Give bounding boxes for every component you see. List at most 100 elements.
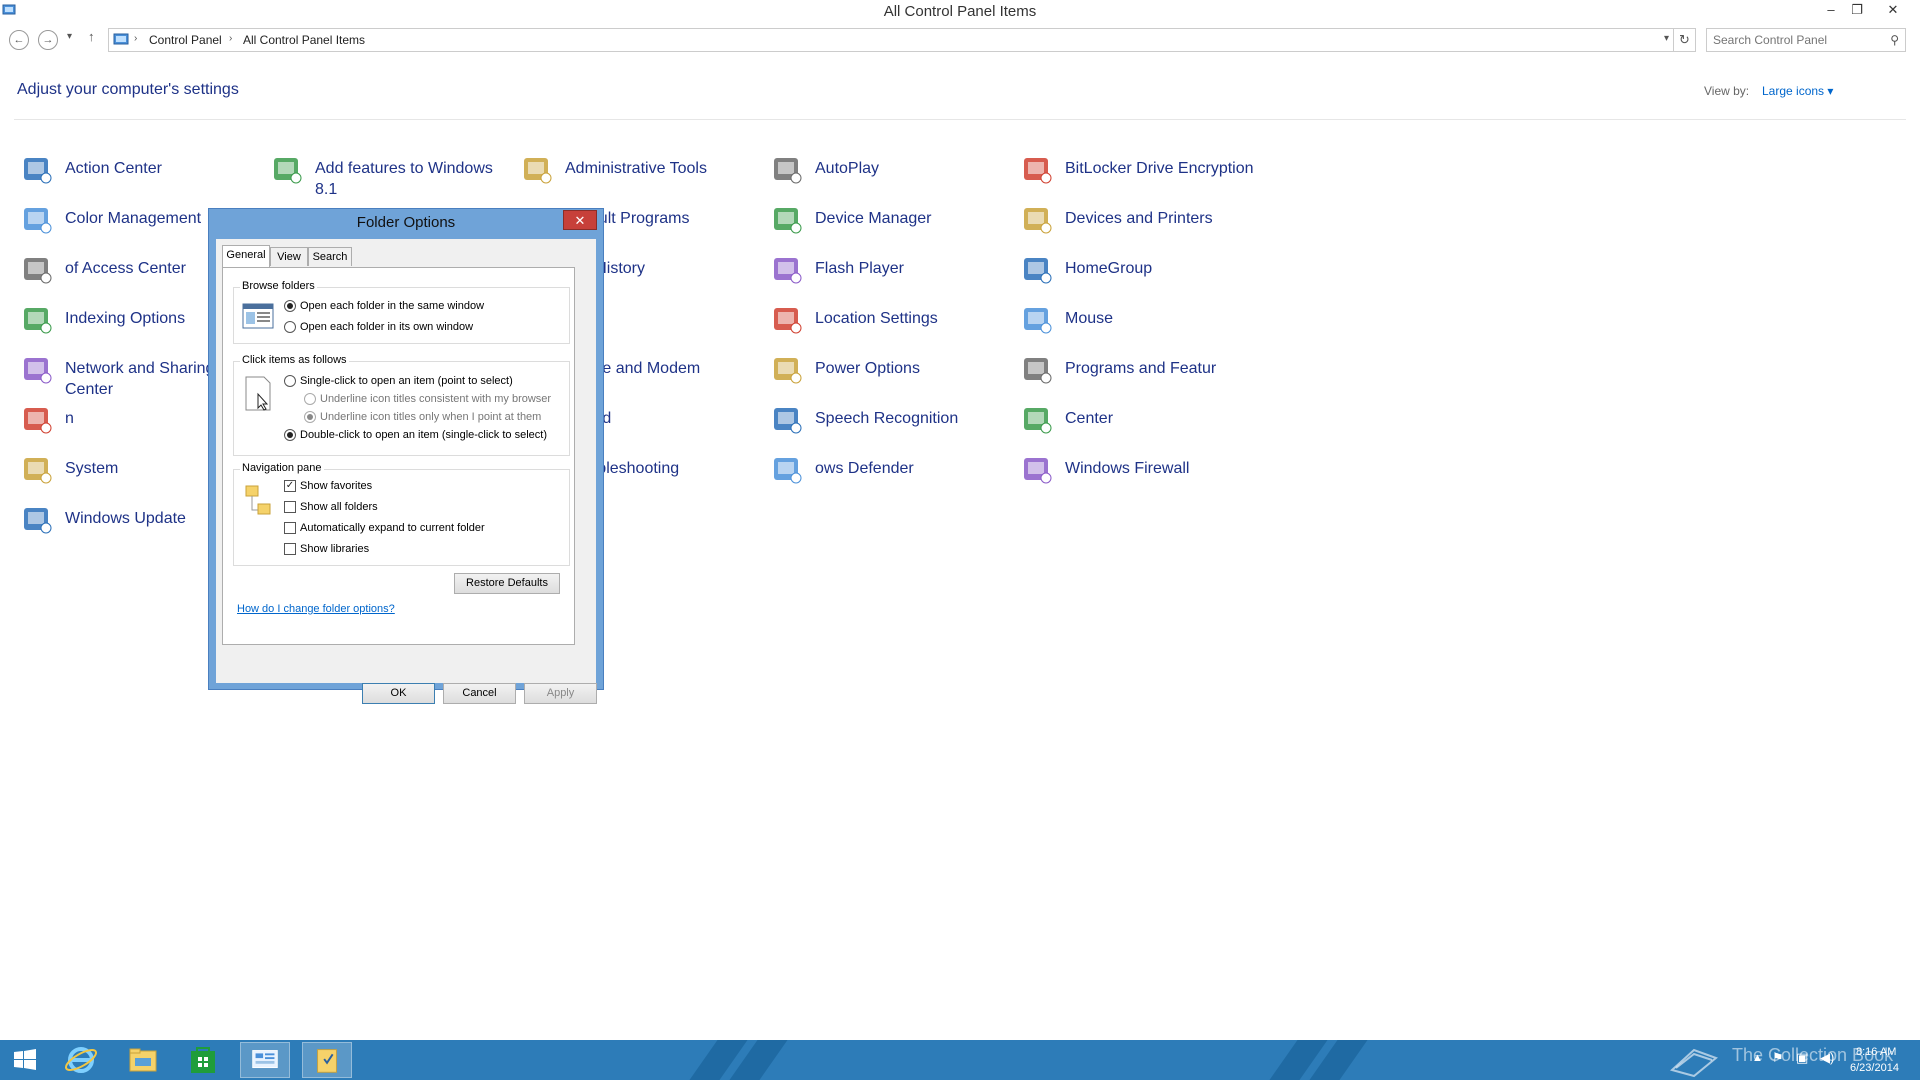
- tab-general[interactable]: General: [222, 245, 270, 267]
- file-explorer-icon[interactable]: [118, 1042, 168, 1078]
- pointer-document-icon: [245, 376, 271, 411]
- back-button[interactable]: ←: [9, 30, 29, 50]
- folder-tree-icon: [245, 485, 271, 515]
- minimize-button[interactable]: –: [1818, 0, 1844, 20]
- cp-item[interactable]: Center: [1020, 401, 1260, 445]
- control-panel-icon: [113, 33, 129, 45]
- close-window-button[interactable]: ✕: [1880, 0, 1906, 20]
- cp-item-label[interactable]: Add features to Windows 8.1: [315, 158, 505, 200]
- taskbar: ▲ ⚑ ▣ ◀) 8:16 AM 6/23/2014: [0, 1040, 1920, 1080]
- option-own-window-label[interactable]: Open each folder in its own window: [300, 321, 473, 333]
- cp-item-label[interactable]: Location Settings: [815, 308, 1005, 329]
- cp-item-label[interactable]: Programs and Featur: [1065, 358, 1255, 379]
- device-manager-icon: [774, 208, 802, 234]
- sync-center-icon: [1024, 408, 1052, 434]
- folder-options-taskbar-icon[interactable]: [302, 1042, 352, 1078]
- option-double-click-label[interactable]: Double-click to open an item (single-cli…: [300, 429, 547, 441]
- option-same-window-label[interactable]: Open each folder in the same window: [300, 300, 484, 312]
- cp-item-label[interactable]: Windows Firewall: [1065, 458, 1255, 479]
- window-titlebar: All Control Panel Items – ❐ ✕: [0, 0, 1920, 22]
- auto-expand-label[interactable]: Automatically expand to current folder: [300, 522, 485, 534]
- address-bar[interactable]: › Control Panel › All Control Panel Item…: [108, 28, 1674, 52]
- mouse-icon: [1024, 308, 1052, 334]
- radio-own-window[interactable]: [284, 321, 296, 333]
- radio-single-click[interactable]: [284, 375, 296, 387]
- cp-item[interactable]: Programs and Featur: [1020, 351, 1260, 395]
- cancel-button[interactable]: Cancel: [443, 683, 516, 704]
- cp-item-label[interactable]: Flash Player: [815, 258, 1005, 279]
- navigation-pane-title: Navigation pane: [240, 462, 324, 474]
- breadcrumb-all-items[interactable]: All Control Panel Items: [243, 33, 365, 47]
- cp-item[interactable]: Administrative Tools: [520, 151, 760, 195]
- dialog-close-button[interactable]: ✕: [563, 210, 597, 230]
- forward-button[interactable]: →: [38, 30, 58, 50]
- region-icon: [24, 408, 52, 434]
- start-button[interactable]: [0, 1042, 50, 1078]
- cp-item[interactable]: Windows Firewall: [1020, 451, 1260, 495]
- view-by-label: View by:: [1704, 84, 1750, 98]
- cp-item-label[interactable]: HomeGroup: [1065, 258, 1255, 279]
- cp-item[interactable]: HomeGroup: [1020, 251, 1260, 295]
- firewall-icon: [1024, 458, 1052, 484]
- cp-item-label[interactable]: Center: [1065, 408, 1255, 429]
- defender-icon: [774, 458, 802, 484]
- system-icon: [24, 458, 52, 484]
- cp-item-label[interactable]: Device Manager: [815, 208, 1005, 229]
- show-libraries-label[interactable]: Show libraries: [300, 543, 369, 555]
- cp-item[interactable]: AutoPlay: [770, 151, 1010, 195]
- cp-item[interactable]: Add features to Windows 8.1: [270, 151, 510, 198]
- store-icon[interactable]: [178, 1042, 228, 1078]
- cp-item-label[interactable]: Power Options: [815, 358, 1005, 379]
- cp-item[interactable]: Flash Player: [770, 251, 1010, 295]
- radio-same-window[interactable]: [284, 300, 296, 312]
- chevron-right-icon[interactable]: ›: [134, 33, 137, 44]
- search-icon[interactable]: ⚲: [1890, 33, 1899, 47]
- recent-locations-icon[interactable]: ▾: [67, 31, 72, 42]
- chevron-right-icon[interactable]: ›: [229, 33, 232, 44]
- control-panel-taskbar-icon[interactable]: [240, 1042, 290, 1078]
- radio-double-click[interactable]: [284, 429, 296, 441]
- internet-explorer-icon[interactable]: [56, 1042, 106, 1078]
- admin-tools-icon: [524, 158, 552, 184]
- search-input[interactable]: [1713, 32, 1873, 48]
- checkbox-auto-expand[interactable]: [284, 522, 296, 534]
- search-box[interactable]: ⚲: [1706, 28, 1906, 52]
- cp-item[interactable]: Speech Recognition: [770, 401, 1010, 445]
- cp-item-label[interactable]: Action Center: [65, 158, 255, 179]
- cp-item[interactable]: BitLocker Drive Encryption: [1020, 151, 1260, 195]
- cp-item[interactable]: Location Settings: [770, 301, 1010, 345]
- show-favorites-label[interactable]: Show favorites: [300, 480, 372, 492]
- breadcrumb-control-panel[interactable]: Control Panel: [149, 33, 222, 47]
- ok-button[interactable]: OK: [362, 683, 435, 704]
- restore-button[interactable]: ❐: [1844, 0, 1870, 20]
- option-single-click-label[interactable]: Single-click to open an item (point to s…: [300, 375, 513, 387]
- chevron-down-icon[interactable]: ▾: [1664, 33, 1669, 44]
- cp-item[interactable]: Devices and Printers: [1020, 201, 1260, 245]
- cp-item[interactable]: Power Options: [770, 351, 1010, 395]
- cp-item-label[interactable]: Devices and Printers: [1065, 208, 1255, 229]
- tab-view[interactable]: View: [270, 247, 308, 266]
- cp-item-label[interactable]: ows Defender: [815, 458, 1005, 479]
- cp-item-label[interactable]: Speech Recognition: [815, 408, 1005, 429]
- cp-item[interactable]: Mouse: [1020, 301, 1260, 345]
- cp-item-label[interactable]: Mouse: [1065, 308, 1255, 329]
- cp-item-label[interactable]: Administrative Tools: [565, 158, 755, 179]
- checkbox-show-all-folders[interactable]: [284, 501, 296, 513]
- cp-item-label[interactable]: BitLocker Drive Encryption: [1065, 158, 1255, 179]
- view-by-dropdown[interactable]: Large icons ▾: [1762, 84, 1833, 98]
- cp-item[interactable]: ows Defender: [770, 451, 1010, 495]
- tab-search[interactable]: Search: [308, 247, 352, 266]
- checkbox-show-favorites[interactable]: ✓: [284, 480, 296, 492]
- refresh-button[interactable]: ↻: [1674, 28, 1696, 52]
- restore-defaults-button[interactable]: Restore Defaults: [454, 573, 560, 594]
- cp-item[interactable]: Device Manager: [770, 201, 1010, 245]
- up-button[interactable]: ↑: [88, 29, 95, 44]
- watermark-text: The Collection Book: [1732, 1045, 1894, 1065]
- page-title: Adjust your computer's settings: [17, 81, 239, 98]
- help-link[interactable]: How do I change folder options?: [237, 603, 395, 615]
- bitlocker-icon: [1024, 158, 1052, 184]
- checkbox-show-libraries[interactable]: [284, 543, 296, 555]
- cp-item[interactable]: Action Center: [20, 151, 260, 195]
- cp-item-label[interactable]: AutoPlay: [815, 158, 1005, 179]
- show-all-folders-label[interactable]: Show all folders: [300, 501, 378, 513]
